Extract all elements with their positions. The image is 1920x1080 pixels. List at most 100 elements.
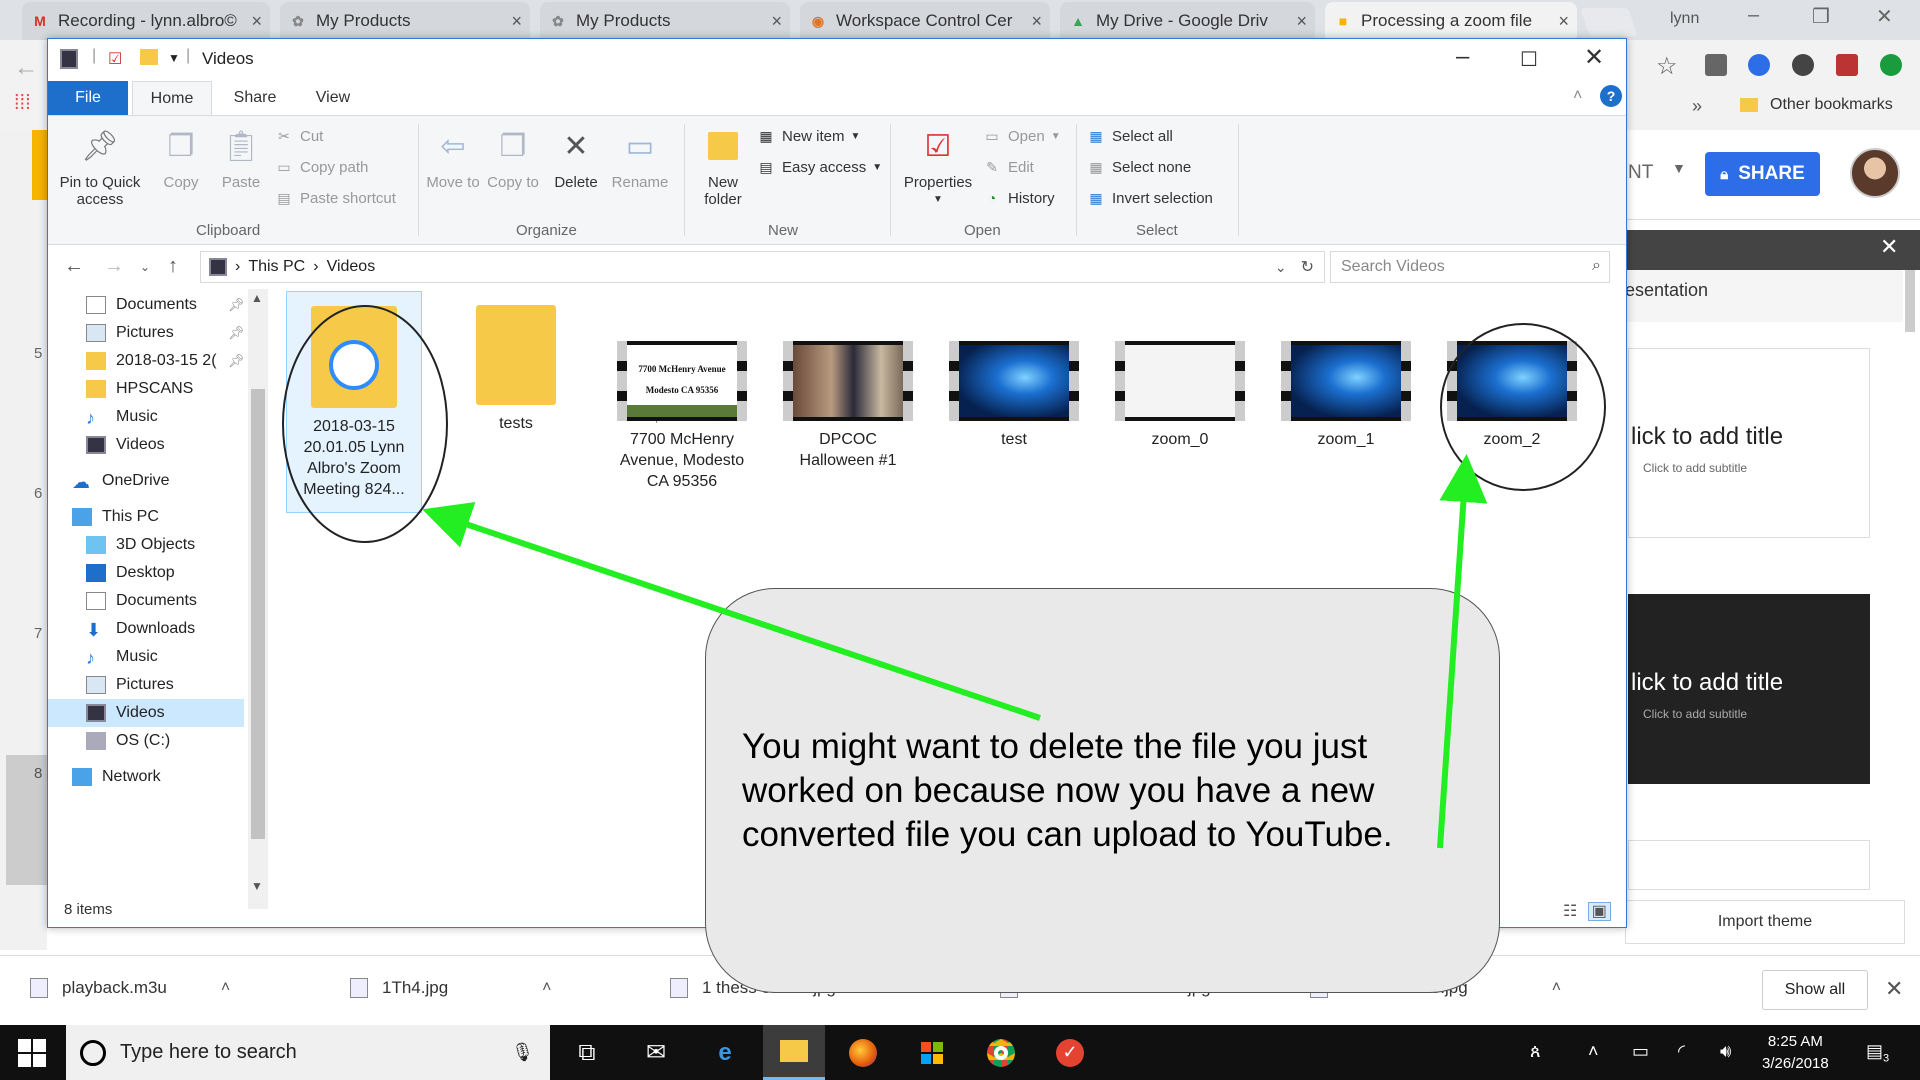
scroll-up-icon[interactable]: ▲	[251, 291, 263, 305]
breadcrumb-this-pc[interactable]: This PC	[248, 258, 305, 276]
close-icon[interactable]: ×	[1296, 11, 1307, 32]
select-all-button[interactable]: ▦ Select all	[1086, 126, 1173, 146]
nav-item-music-pc[interactable]: ♪ Music	[86, 643, 158, 671]
close-icon[interactable]: ×	[771, 11, 782, 32]
volume-icon[interactable]: 🔊︎	[1720, 1041, 1731, 1062]
open-button[interactable]: ▭ Open ▼	[982, 126, 1060, 146]
chevron-up-icon[interactable]: ˄	[542, 979, 551, 997]
pin-to-quick-access-button[interactable]: 📌︎ Pin to Quick access	[58, 126, 142, 208]
close-icon[interactable]: ✕	[1880, 234, 1898, 260]
wifi-icon[interactable]: ◜	[1678, 1041, 1685, 1062]
new-folder-button[interactable]: New folder	[694, 126, 752, 208]
collapse-ribbon-icon[interactable]: ˄	[1573, 87, 1582, 105]
nav-item-pictures-pc[interactable]: Pictures	[86, 671, 174, 699]
chevron-down-icon[interactable]: ⌄	[1275, 259, 1287, 276]
easy-access-button[interactable]: ▤ Easy access ▼	[756, 157, 882, 177]
file-item-tests[interactable]: tests	[448, 291, 584, 434]
chevron-down-icon[interactable]: ▼	[168, 51, 180, 65]
edge-icon[interactable]: e	[694, 1025, 756, 1080]
tab-share[interactable]: Share	[220, 81, 290, 115]
chevron-right-icon[interactable]: »	[1692, 96, 1702, 117]
store-icon[interactable]	[901, 1025, 963, 1080]
invert-selection-button[interactable]: ▦ Invert selection	[1086, 188, 1213, 208]
delete-button[interactable]: ✕ Delete	[548, 126, 604, 191]
extension-icon[interactable]	[1705, 54, 1727, 76]
browser-tab-workspace[interactable]: ◉ Workspace Control Cer ×	[800, 2, 1050, 40]
browser-tab-slides[interactable]: ■ Processing a zoom file ×	[1325, 2, 1577, 40]
theme-thumb-simple-dark[interactable]: lick to add title Click to add subtitle	[1628, 594, 1870, 784]
chevron-up-icon[interactable]: ˄	[221, 979, 230, 997]
new-folder-icon[interactable]	[140, 49, 158, 65]
windows-start-icon[interactable]	[18, 1039, 46, 1067]
mail-icon[interactable]: ✉	[625, 1025, 687, 1080]
nav-item-this-pc[interactable]: This PC	[72, 503, 159, 531]
todoist-icon[interactable]: ✓	[1039, 1025, 1101, 1080]
restore-icon[interactable]: ❐	[1812, 4, 1830, 29]
nav-item-network[interactable]: Network	[72, 763, 161, 791]
tab-home[interactable]: Home	[132, 81, 212, 115]
up-arrow-icon[interactable]: ↑	[168, 255, 178, 278]
profile-name[interactable]: lynn	[1670, 10, 1699, 28]
maximize-icon[interactable]: ☐	[1520, 47, 1538, 72]
help-icon[interactable]: ?	[1600, 85, 1622, 107]
nav-item-zoom-folder[interactable]: 2018-03-15 2(	[86, 347, 217, 375]
nav-item-documents[interactable]: Documents	[86, 291, 197, 319]
new-tab-button[interactable]	[1579, 8, 1639, 36]
chevron-up-icon[interactable]: ˄	[1588, 1041, 1599, 1062]
scrollbar-thumb[interactable]	[251, 389, 265, 839]
nav-item-pictures[interactable]: Pictures	[86, 319, 174, 347]
people-icon[interactable]: ጰ	[1530, 1041, 1541, 1062]
properties-button[interactable]: ☑ Properties ▼	[898, 126, 978, 208]
close-icon[interactable]: ×	[1558, 11, 1569, 32]
chrome-icon[interactable]	[970, 1025, 1032, 1080]
file-item-zoom-folder[interactable]: 2018-03-15 20.01.05 Lynn Albro's Zoom Me…	[286, 291, 422, 513]
properties-icon[interactable]: ☑	[108, 49, 122, 69]
forward-arrow-icon[interactable]: →	[104, 255, 124, 278]
show-all-button[interactable]: Show all	[1762, 970, 1868, 1010]
back-arrow-icon[interactable]: ←	[64, 255, 84, 278]
extension-icon[interactable]	[1748, 54, 1770, 76]
download-item[interactable]: playback.m3u ˄	[30, 978, 230, 998]
paste-shortcut-button[interactable]: ▤ Paste shortcut	[274, 188, 396, 208]
close-icon[interactable]: ×	[251, 11, 262, 32]
file-item-zoom-1[interactable]: zoom_1	[1278, 291, 1414, 450]
nav-item-videos[interactable]: Videos	[86, 431, 165, 459]
star-icon[interactable]: ☆	[1656, 52, 1678, 81]
search-input[interactable]: Search Videos ⌕	[1330, 251, 1610, 283]
close-icon[interactable]: ✕	[1876, 4, 1893, 29]
close-icon[interactable]: ✕	[1584, 43, 1604, 72]
nav-item-3d-objects[interactable]: 3D Objects	[86, 531, 195, 559]
close-icon[interactable]: ×	[1031, 11, 1042, 32]
scrollbar-thumb[interactable]	[1905, 270, 1915, 332]
browser-tab-products-2[interactable]: ✿ My Products ×	[540, 2, 790, 40]
address-bar[interactable]: › This PC › Videos ⌄ ↻	[200, 251, 1325, 283]
tab-file[interactable]: File	[48, 81, 128, 115]
minimize-icon[interactable]: –	[1456, 43, 1469, 71]
paste-button[interactable]: 📋︎ Paste	[216, 126, 266, 191]
nav-item-hpscans[interactable]: HPSCANS	[86, 375, 193, 403]
file-item-halloween-video[interactable]: DPCOC Halloween #1	[780, 291, 916, 471]
history-button[interactable]: ◔ History	[982, 188, 1055, 208]
task-view-icon[interactable]: ⧉	[556, 1025, 618, 1080]
avatar[interactable]	[1850, 148, 1900, 198]
minimize-icon[interactable]: –	[1748, 4, 1759, 27]
file-item-test-video[interactable]: test	[946, 291, 1082, 450]
close-icon[interactable]: ×	[511, 11, 522, 32]
recent-locations-icon[interactable]: ⌄	[140, 260, 150, 274]
extension-icon[interactable]	[1880, 54, 1902, 76]
nav-item-downloads[interactable]: ⬇ Downloads	[86, 615, 195, 643]
nav-item-music[interactable]: ♪ Music	[86, 403, 158, 431]
chevron-up-icon[interactable]: ˄	[1552, 979, 1561, 997]
slides-menu-fragment[interactable]: NT	[1628, 162, 1653, 184]
rename-button[interactable]: ▭ Rename	[610, 126, 670, 191]
nav-item-onedrive[interactable]: ☁ OneDrive	[72, 467, 170, 495]
other-bookmarks[interactable]: Other bookmarks	[1770, 96, 1893, 114]
apps-icon[interactable]: ⁞⁞⁞	[14, 92, 31, 115]
theme-thumb-simple-light[interactable]: lick to add title Click to add subtitle	[1628, 348, 1870, 538]
taskbar-search-input[interactable]: Type here to search 🎙︎	[66, 1025, 550, 1080]
nav-item-documents-pc[interactable]: Documents	[86, 587, 197, 615]
back-icon[interactable]: ←	[14, 54, 38, 82]
browser-tab-drive[interactable]: ▲ My Drive - Google Driv ×	[1060, 2, 1315, 40]
chevron-down-icon[interactable]: ▼	[1672, 160, 1686, 176]
firefox-icon[interactable]	[832, 1025, 894, 1080]
